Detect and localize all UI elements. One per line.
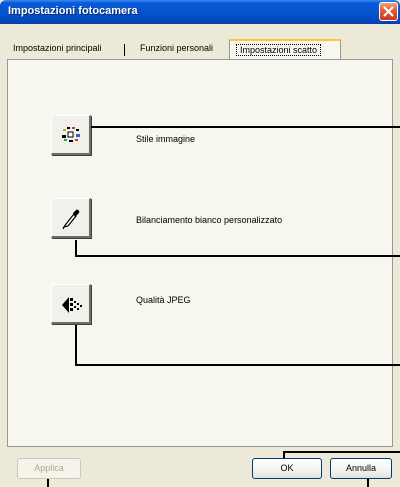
jpeg-quality-icon bbox=[62, 297, 82, 313]
callout-line bbox=[47, 478, 49, 487]
callout-line bbox=[75, 325, 77, 366]
eyedropper-icon bbox=[62, 209, 80, 230]
close-button[interactable] bbox=[379, 2, 398, 21]
tab-label: Impostazioni scatto bbox=[236, 44, 322, 56]
close-icon bbox=[383, 6, 394, 17]
apply-button[interactable]: Applica bbox=[17, 458, 81, 479]
window-title: Impostazioni fotocamera bbox=[8, 5, 138, 17]
title-bar[interactable]: Impostazioni fotocamera bbox=[0, 0, 400, 24]
camera-settings-window: Impostazioni fotocamera Impostazioni pri… bbox=[0, 0, 400, 487]
jpeg-quality-label: Qualità JPEG bbox=[136, 295, 191, 305]
callout-line bbox=[283, 451, 400, 453]
picture-style-icon bbox=[62, 127, 80, 142]
custom-white-balance-button[interactable] bbox=[51, 198, 91, 238]
callout-line bbox=[75, 364, 400, 366]
callout-line bbox=[75, 255, 400, 257]
tab-impostazioni-scatto[interactable]: Impostazioni scatto bbox=[229, 39, 341, 60]
cancel-button[interactable]: Annulla bbox=[330, 458, 392, 479]
picture-style-label: Stile immagine bbox=[136, 134, 196, 144]
tab-funzioni-personali[interactable]: Funzioni personali bbox=[134, 41, 219, 58]
tab-label: Impostazioni principali bbox=[13, 43, 102, 53]
picture-style-button[interactable] bbox=[51, 115, 91, 155]
tab-divider bbox=[124, 44, 125, 56]
callout-line bbox=[91, 126, 400, 128]
jpeg-quality-button[interactable] bbox=[51, 284, 91, 324]
tab-label: Funzioni personali bbox=[140, 43, 214, 53]
custom-white-balance-label: Bilanciamento bianco personalizzato bbox=[136, 215, 283, 225]
tab-impostazioni-principali[interactable]: Impostazioni principali bbox=[7, 41, 108, 58]
ok-button[interactable]: OK bbox=[252, 458, 322, 479]
